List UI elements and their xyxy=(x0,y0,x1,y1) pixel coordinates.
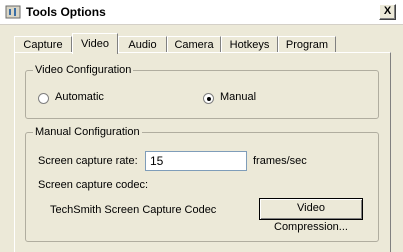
tab-camera[interactable]: Camera xyxy=(167,36,221,53)
capture-rate-input[interactable] xyxy=(145,151,247,171)
video-compression-button[interactable]: Video Compression... xyxy=(259,198,363,233)
manual-radio[interactable] xyxy=(203,93,214,104)
manual-label: Manual xyxy=(220,91,257,103)
video-tab-panel: Video Configuration Automatic Manual Man… xyxy=(14,52,391,252)
video-configuration-title: Video Configuration xyxy=(33,64,134,76)
capture-codec-label: Screen capture codec: xyxy=(38,179,149,191)
manual-configuration-title: Manual Configuration xyxy=(33,126,142,138)
capture-rate-unit: frames/sec xyxy=(253,155,307,167)
manual-radio-selected-dot xyxy=(207,97,211,101)
tab-video[interactable]: Video xyxy=(72,33,118,54)
capture-rate-label: Screen capture rate: xyxy=(38,155,138,167)
manual-configuration-group: Manual Configuration Screen capture rate… xyxy=(25,126,379,242)
tab-audio[interactable]: Audio xyxy=(118,36,167,53)
automatic-label: Automatic xyxy=(55,91,104,103)
video-configuration-group: Video Configuration Automatic Manual xyxy=(25,64,379,119)
app-icon xyxy=(5,5,21,19)
automatic-radio[interactable] xyxy=(38,93,49,104)
close-icon: X xyxy=(383,5,392,17)
codec-name: TechSmith Screen Capture Codec xyxy=(50,204,217,216)
tab-program[interactable]: Program xyxy=(278,36,336,53)
close-button[interactable]: X xyxy=(379,4,396,20)
tab-hotkeys[interactable]: Hotkeys xyxy=(221,36,278,53)
title-bar: Tools Options X xyxy=(0,0,403,25)
window-title: Tools Options xyxy=(26,5,106,19)
tab-capture[interactable]: Capture xyxy=(14,36,72,53)
